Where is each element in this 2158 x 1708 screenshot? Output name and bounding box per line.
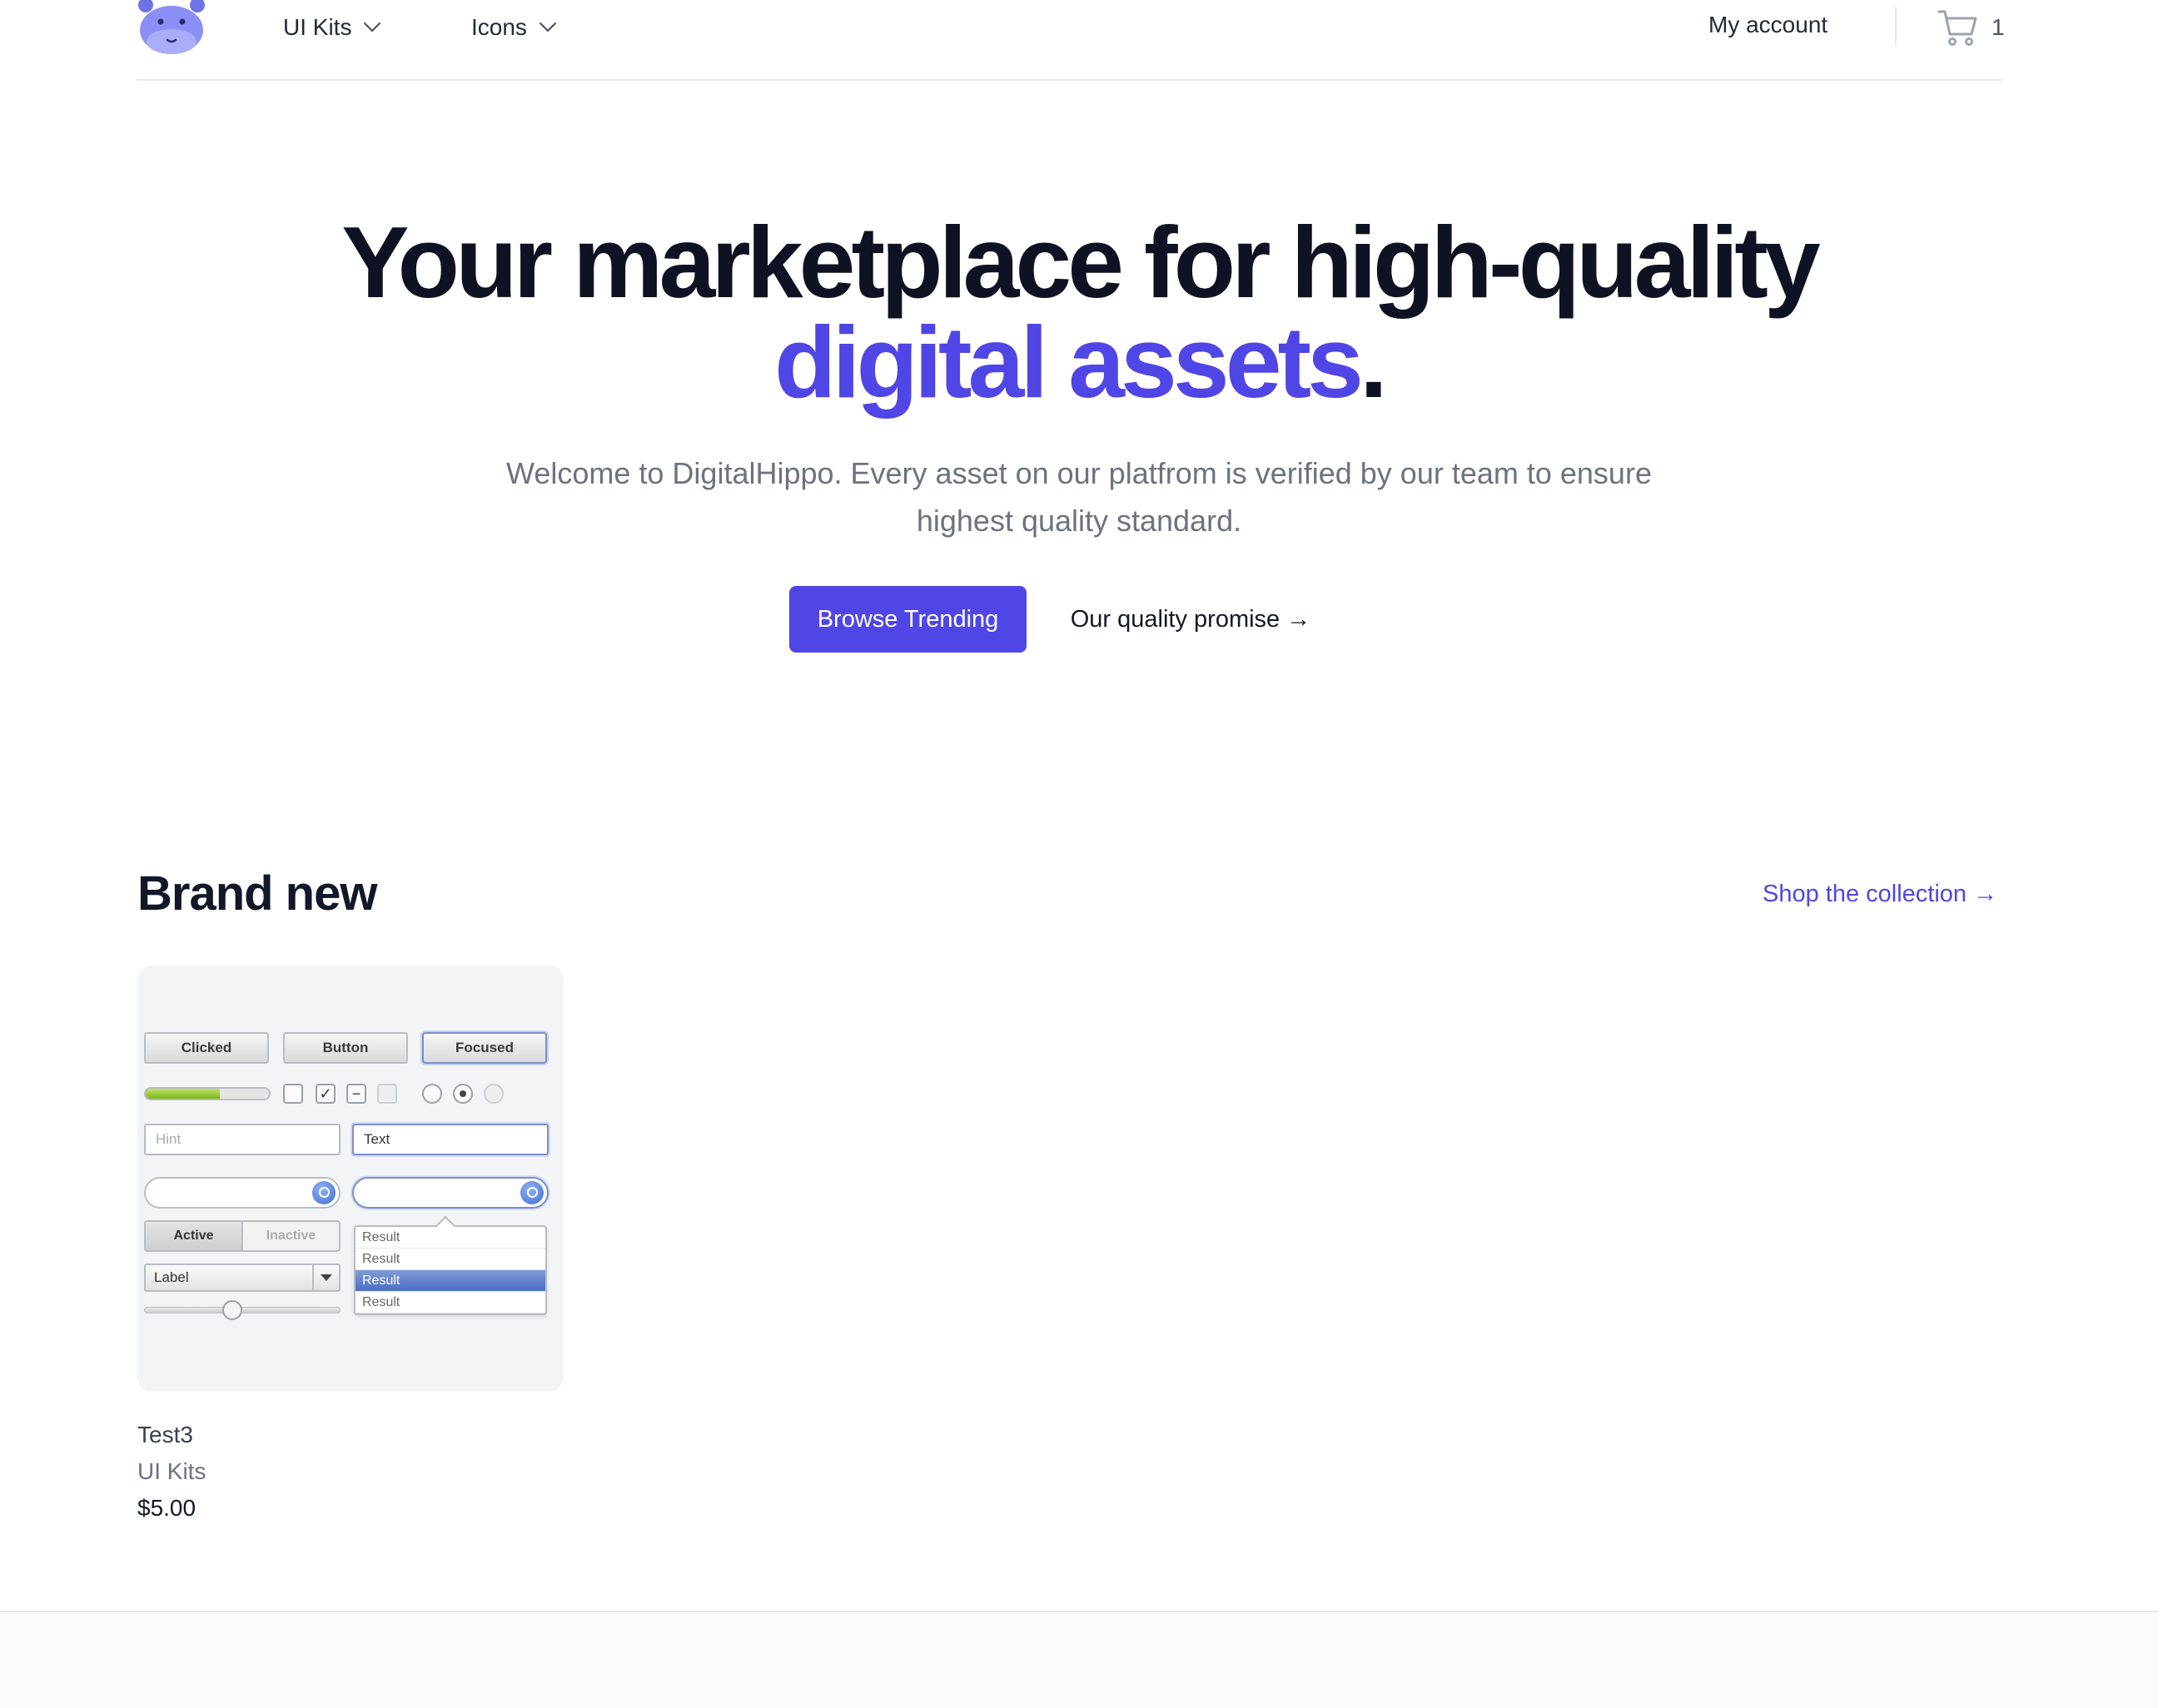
preview-progress-bar (144, 1087, 271, 1100)
search-icon (520, 1181, 544, 1204)
header-divider (1895, 7, 1897, 47)
preview-search-field (144, 1177, 341, 1209)
cart-icon (1937, 10, 1977, 46)
preview-search-field-focused (352, 1177, 549, 1209)
chevron-down-icon (539, 22, 557, 32)
site-header: UI Kits Icons My account 1 (137, 0, 2005, 81)
preview-button: Button (283, 1032, 408, 1064)
preview-checkbox-mixed: − (346, 1084, 366, 1104)
product-price: $5.00 (137, 1495, 196, 1521)
hero-subtitle: Welcome to DigitalHippo. Every asset on … (506, 456, 1652, 538)
browse-trending-button[interactable]: Browse Trending (789, 586, 1027, 653)
preview-radio-empty (422, 1084, 442, 1104)
preview-checkbox-checked: ✓ (316, 1084, 336, 1104)
preview-result-item: Result (356, 1249, 545, 1270)
preview-radio-disabled (484, 1084, 504, 1104)
product-card[interactable]: Clicked Button Focused ✓ − Hint Text Act… (137, 966, 564, 1522)
preview-results-list: Result Result Result Result (354, 1215, 547, 1315)
preview-segment-inactive: Inactive (243, 1222, 339, 1250)
preview-checkbox-disabled (377, 1084, 397, 1104)
hero-title-accent: digital assets (774, 305, 1364, 419)
preview-select: Label (144, 1264, 341, 1292)
product-image[interactable]: Clicked Button Focused ✓ − Hint Text Act… (137, 966, 564, 1392)
preview-radio-selected (453, 1084, 473, 1104)
chevron-down-icon (312, 1265, 339, 1290)
preview-result-item: Result (356, 1292, 545, 1313)
cart-button[interactable]: 1 (1937, 7, 2005, 48)
product-name[interactable]: Test3 (137, 1422, 564, 1448)
preview-segmented-control: Active Inactive (144, 1220, 341, 1252)
nav-icons-label: Icons (471, 14, 527, 40)
preview-progress-fill (146, 1089, 220, 1099)
preview-checkbox-empty (283, 1084, 303, 1104)
hero-title-end: . (1360, 305, 1388, 419)
shop-collection-link[interactable]: Shop the collection → (1763, 881, 1997, 908)
preview-hint-input: Hint (144, 1124, 341, 1155)
hippo-logo-icon[interactable] (137, 0, 206, 55)
preview-slider (144, 1300, 341, 1320)
section-title: Brand new (137, 866, 377, 921)
nav-ui-kits[interactable]: UI Kits (283, 12, 381, 43)
preview-text-input: Text (352, 1124, 549, 1155)
my-account-link[interactable]: My account (1708, 12, 1827, 38)
preview-select-label: Label (154, 1269, 189, 1285)
preview-slider-knob (222, 1300, 243, 1320)
hero-title-main: Your marketplace for high-quality (341, 206, 1821, 319)
cart-count: 1 (1991, 14, 2005, 40)
preview-focused-button: Focused (422, 1032, 547, 1064)
hero-title: Your marketplace for high-quality digita… (330, 211, 1828, 413)
footer (0, 1611, 2158, 1708)
preview-segment-active: Active (146, 1222, 243, 1250)
search-icon (312, 1181, 336, 1204)
preview-result-item-selected: Result (356, 1270, 545, 1292)
preview-clicked-button: Clicked (144, 1032, 269, 1064)
chevron-down-icon (364, 22, 381, 32)
nav-icons[interactable]: Icons (471, 12, 557, 43)
preview-result-item: Result (356, 1227, 545, 1249)
product-category: UI Kits (137, 1458, 206, 1484)
nav-ui-kits-label: UI Kits (283, 14, 352, 40)
quality-promise-link[interactable]: Our quality promise → (1053, 586, 1328, 653)
